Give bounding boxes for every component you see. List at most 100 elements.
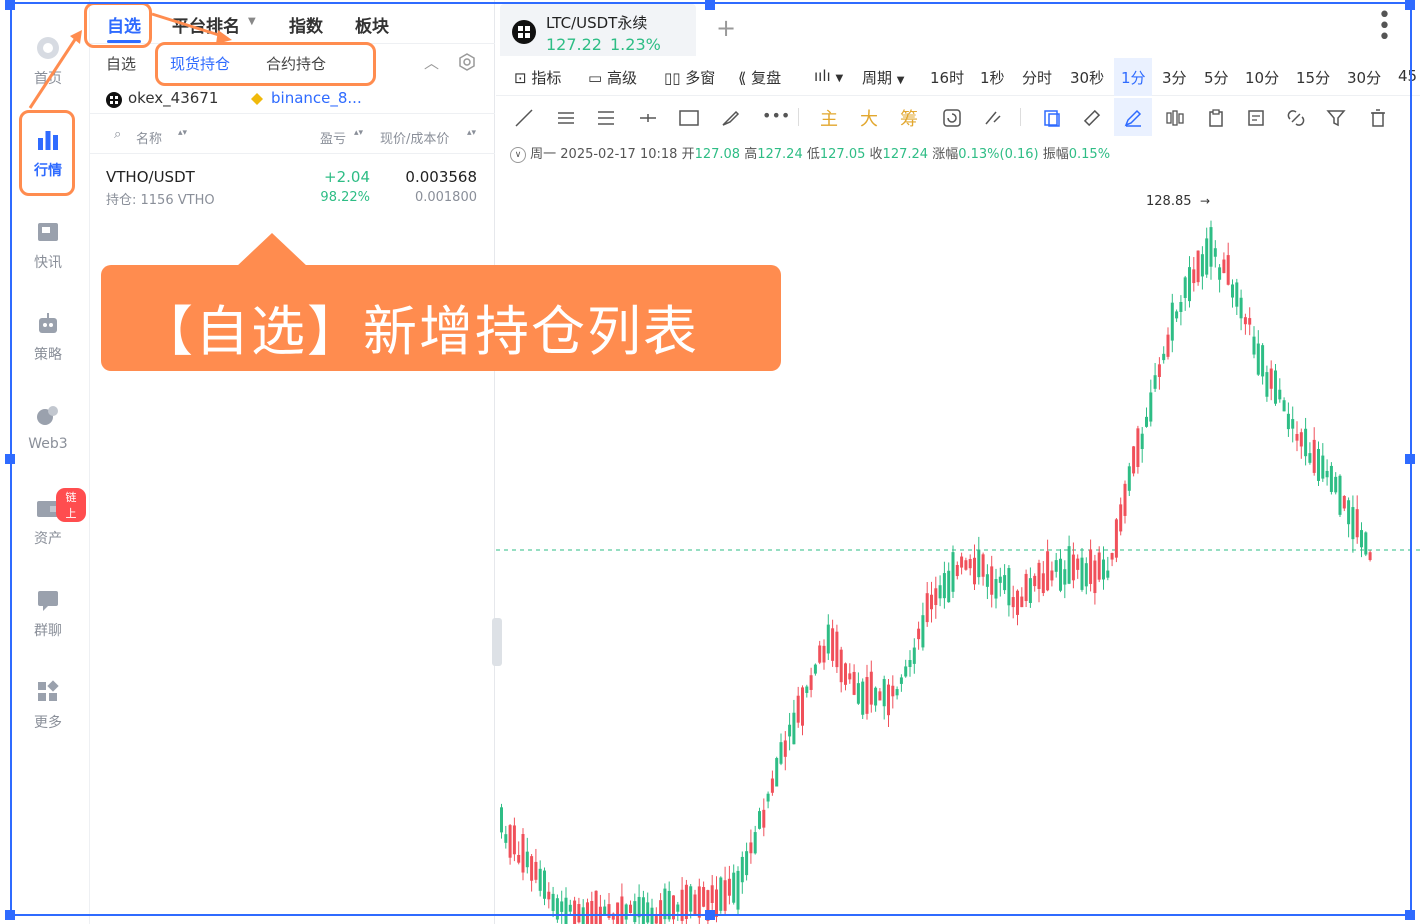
interval-10m[interactable]: 10分	[1245, 67, 1279, 88]
annotation-callout: 【自选】新增持仓列表	[101, 265, 781, 371]
candle-body	[715, 889, 718, 917]
pen-icon[interactable]	[1123, 108, 1143, 128]
row-cost: 0.001800	[414, 190, 477, 205]
column-price[interactable]: 现价/成本价	[380, 128, 449, 147]
candle-body	[904, 666, 908, 677]
replay-button[interactable]: ⟪ 复盘	[738, 67, 781, 88]
trend-line-icon[interactable]	[514, 108, 534, 128]
candle-body	[809, 675, 813, 690]
big-order-toggle[interactable]: 大	[860, 105, 878, 131]
copy-icon[interactable]	[1042, 108, 1062, 128]
rail-item-web3[interactable]: Web3	[10, 402, 86, 452]
symbol-tab[interactable]: LTC/USDT永续 127.22 1.23%	[500, 4, 696, 56]
fib-lines-icon[interactable]	[596, 108, 616, 128]
candle-body	[555, 898, 559, 920]
rail-item-strategy[interactable]: 策略	[10, 310, 86, 364]
rail-item-assets[interactable]: 链上 资产	[10, 488, 86, 548]
symbol-price: 127.22	[546, 35, 602, 54]
selection-handle[interactable]	[1405, 454, 1415, 464]
candle-body	[964, 560, 968, 570]
panel-resize-handle[interactable]	[492, 618, 502, 666]
column-pnl[interactable]: 盈亏	[320, 128, 346, 147]
candle-tool-icon[interactable]	[1164, 108, 1186, 128]
selection-handle[interactable]	[1405, 910, 1415, 920]
interval-30m[interactable]: 30分	[1347, 67, 1381, 88]
candle-body	[1218, 267, 1222, 280]
interval-16h[interactable]: 16时	[930, 67, 964, 88]
candle-body	[1278, 389, 1282, 400]
candle-body	[1338, 475, 1342, 515]
candle-body	[1209, 227, 1213, 267]
indicators-button[interactable]: ⊡ 指标	[514, 67, 561, 88]
selection-handle[interactable]	[1405, 0, 1415, 10]
selection-handle[interactable]	[5, 454, 15, 464]
candle-body	[998, 576, 1002, 583]
candle-body	[766, 793, 770, 802]
link-icon[interactable]	[1286, 108, 1306, 128]
candle-body	[895, 689, 899, 696]
candle-body	[775, 758, 779, 787]
more-tools-icon[interactable]: •••	[762, 106, 790, 125]
candle-body	[1011, 597, 1015, 608]
candle-body	[697, 886, 701, 918]
trash-icon[interactable]	[1368, 108, 1388, 128]
tab-sector[interactable]: 板块	[355, 12, 389, 37]
candle-body	[994, 579, 998, 599]
candle-body	[517, 854, 521, 863]
more-vertical-icon[interactable]: • • •	[1378, 5, 1391, 49]
collapse-chevron-icon[interactable]: ︿	[424, 52, 439, 73]
rail-item-chat[interactable]: 群聊	[10, 586, 86, 640]
clipboard-icon[interactable]	[1206, 108, 1226, 128]
selection-handle[interactable]	[5, 0, 15, 10]
chip-distribution-toggle[interactable]: 筹	[900, 105, 918, 131]
robot-icon	[39, 313, 57, 333]
main-indicator-toggle[interactable]: 主	[820, 105, 838, 131]
rail-label-news: 快讯	[34, 255, 62, 271]
magnet-icon[interactable]	[982, 108, 1002, 128]
candle-body	[1243, 317, 1247, 325]
settings-icon[interactable]	[458, 53, 476, 71]
rail-item-news[interactable]: 快讯	[10, 218, 86, 272]
selection-handle[interactable]	[705, 0, 715, 10]
candle-body	[826, 624, 830, 654]
candle-body	[504, 834, 508, 843]
advanced-button[interactable]: ▭ 高级	[588, 67, 637, 88]
okex-logo-icon	[512, 20, 536, 44]
ruler-icon[interactable]	[1082, 108, 1102, 128]
candle-body	[1175, 311, 1179, 319]
candle-type-button[interactable]: ıılı ▼	[814, 67, 843, 85]
candle-body	[865, 677, 869, 714]
selection-handle[interactable]	[705, 910, 715, 920]
candle-body	[758, 811, 761, 829]
ohlc-high: 127.24	[757, 147, 803, 162]
parallel-lines-icon[interactable]	[556, 108, 576, 128]
interval-1s[interactable]: 1秒	[980, 67, 1005, 88]
horizontal-line-icon[interactable]	[638, 108, 658, 128]
candle-body	[839, 649, 843, 683]
candle-body	[848, 673, 852, 680]
brush-icon[interactable]	[720, 108, 740, 128]
candle-body	[1256, 343, 1260, 375]
candle-body	[951, 552, 955, 592]
note-icon[interactable]	[1246, 108, 1266, 128]
interval-45m[interactable]: 45	[1398, 67, 1417, 85]
period-button[interactable]: 周期 ▼	[862, 67, 905, 88]
filter-icon[interactable]	[1326, 108, 1346, 128]
interval-timeshare[interactable]: 分时	[1022, 67, 1052, 88]
collapse-circle-icon[interactable]: ∨	[510, 146, 526, 163]
refresh-icon[interactable]	[942, 108, 962, 128]
row-pnl: +2.04	[324, 168, 370, 186]
candle-body	[856, 683, 860, 704]
rail-item-more[interactable]: 更多	[10, 678, 86, 732]
selection-handle[interactable]	[5, 910, 15, 920]
interval-3m[interactable]: 3分	[1162, 67, 1187, 88]
candle-body	[947, 570, 951, 603]
rectangle-icon[interactable]	[678, 108, 700, 128]
add-tab-icon[interactable]: +	[716, 14, 736, 42]
candle-body	[1140, 433, 1144, 450]
interval-1m[interactable]: 1分	[1121, 67, 1146, 88]
interval-15m[interactable]: 15分	[1296, 67, 1330, 88]
multi-window-button[interactable]: ▯▯ 多窗	[664, 67, 715, 88]
interval-30s[interactable]: 30秒	[1070, 67, 1104, 88]
interval-5m[interactable]: 5分	[1204, 67, 1229, 88]
